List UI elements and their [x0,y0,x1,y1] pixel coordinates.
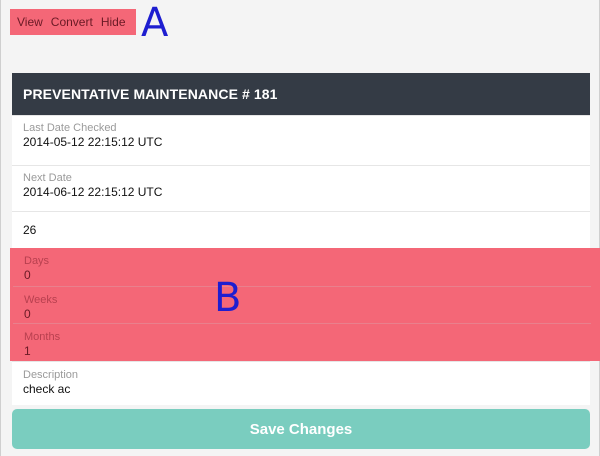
interval-number-value[interactable]: 26 [23,223,590,237]
next-date-value: 2014-06-12 22:15:12 UTC [23,185,163,199]
next-date-field: Next Date 2014-06-12 22:15:12 UTC [12,165,590,211]
months-value[interactable]: 1 [24,344,591,358]
days-value[interactable]: 0 [24,268,591,282]
description-field[interactable]: Description check ac [12,361,590,405]
months-field[interactable]: Months 1 [13,323,591,361]
description-label: Description [23,369,79,381]
view-link[interactable]: View [17,15,43,29]
days-label: Days [24,255,50,267]
top-links-bar: View Convert Hide [10,9,136,35]
convert-link[interactable]: Convert [51,15,93,29]
next-date-label: Next Date [23,172,72,184]
annotation-label-b: B [214,275,242,321]
page-title: PREVENTATIVE MAINTENANCE # 181 [12,73,590,115]
weeks-field[interactable]: Weeks 0 [13,286,591,323]
last-date-checked-value: 2014-05-12 22:15:12 UTC [23,135,163,149]
last-date-checked-field: Last Date Checked 2014-05-12 22:15:12 UT… [12,115,590,165]
interval-number-field[interactable]: 26 [12,211,590,248]
annotation-label-a: A [141,0,169,46]
months-label: Months [24,331,61,343]
last-date-checked-label: Last Date Checked [23,122,117,134]
weeks-value[interactable]: 0 [24,307,591,321]
save-changes-button[interactable]: Save Changes [12,409,590,449]
weeks-label: Weeks [24,294,58,306]
description-value[interactable]: check ac [23,382,590,396]
days-field[interactable]: Days 0 [13,248,591,286]
hide-link[interactable]: Hide [101,15,126,29]
